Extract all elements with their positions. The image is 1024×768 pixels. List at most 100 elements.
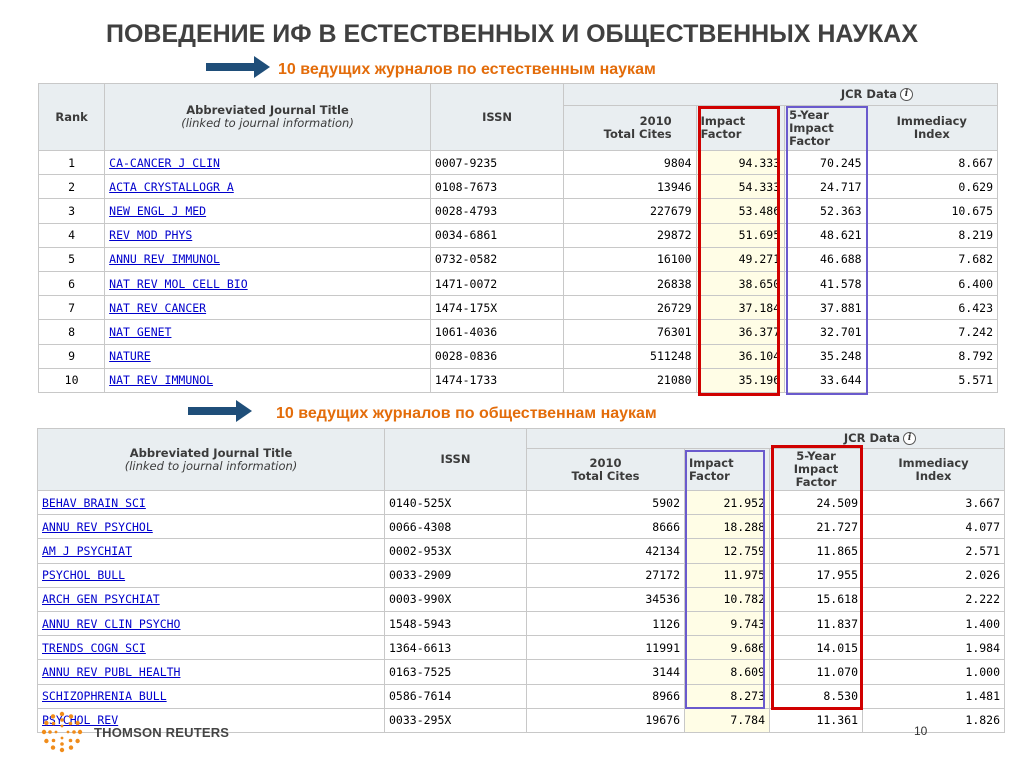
journal-title-cell: CA-CANCER J CLIN: [104, 149, 431, 176]
total-cites-cell: 34536: [526, 586, 685, 612]
rank-cell: 1: [37, 149, 106, 176]
header-issn: ISSN: [429, 83, 565, 151]
five-year-if-highlight-box: [771, 445, 863, 710]
info-icon[interactable]: i: [900, 88, 913, 101]
journal-title-cell: NAT REV MOL CELL BIO: [104, 270, 431, 297]
header-rank: Rank: [37, 83, 106, 151]
header-cites-label: Total Cites: [603, 127, 672, 141]
impact-factor-highlight-box: [685, 450, 765, 709]
journal-title-cell: BEHAV BRAIN SCI: [37, 489, 385, 516]
journal-title-cell: TRENDS COGN SCI: [37, 635, 385, 661]
issn-cell: 0034-6861: [429, 222, 565, 248]
journal-title-link[interactable]: ARCH GEN PSYCHIAT: [42, 592, 160, 606]
journal-title-link[interactable]: NATURE: [109, 349, 151, 363]
header-title-main: Abbreviated Journal Title: [129, 445, 293, 460]
issn-cell: 0140-525X: [384, 489, 527, 516]
immediacy-index-cell: 1.481: [861, 683, 1006, 709]
journal-title-cell: ANNU REV PSYCHOL: [37, 514, 385, 540]
immediacy-index-cell: 10.675: [865, 198, 999, 224]
immediacy-index-cell: 1.000: [861, 659, 1006, 685]
issn-cell: 1061-4036: [429, 319, 565, 345]
journal-title-link[interactable]: ANNU REV CLIN PSYCHO: [42, 617, 180, 631]
journal-title-cell: NATURE: [104, 343, 431, 369]
journal-title-link[interactable]: NEW ENGL J MED: [109, 204, 206, 218]
total-cites-cell: 26729: [563, 295, 697, 321]
immediacy-index-cell: 1.400: [861, 610, 1006, 637]
header-imm-line2: Index: [913, 127, 950, 141]
issn-cell: 1548-5943: [384, 610, 527, 637]
header-imm-line1: Immediacy: [898, 455, 969, 470]
immediacy-index-cell: 2.222: [861, 586, 1006, 612]
header-total-cites: 2010 Total Cites: [526, 448, 685, 491]
info-icon[interactable]: i: [903, 432, 917, 445]
journal-title-link[interactable]: NAT REV IMMUNOL: [109, 373, 213, 387]
subtitle-natural-sciences: 10 ведущих журналов по естественным наук…: [278, 61, 656, 78]
journal-title-link[interactable]: NAT GENET: [109, 325, 171, 339]
journal-title-link[interactable]: NAT REV MOL CELL BIO: [109, 277, 247, 291]
total-cites-cell: 3144: [526, 659, 685, 685]
journal-title-link[interactable]: ANNU REV PUBL HEALTH: [42, 665, 180, 679]
thomson-reuters-logo-icon: [41, 711, 83, 753]
immediacy-index-cell: 1.984: [861, 635, 1006, 661]
footer-logo: THOMSON REUTERS: [40, 710, 229, 754]
rank-cell: 3: [37, 198, 106, 224]
journal-title-link[interactable]: PSYCHOL BULL: [42, 568, 125, 582]
issn-cell: 0163-7525: [384, 659, 527, 685]
journal-title-link[interactable]: CA-CANCER J CLIN: [109, 156, 220, 170]
header-imm-line2: Index: [915, 468, 952, 483]
journal-title-cell: NAT REV CANCER: [104, 295, 431, 321]
journal-title-cell: ANNU REV PUBL HEALTH: [37, 659, 385, 685]
immediacy-index-cell: 8.792: [865, 343, 999, 369]
total-cites-cell: 511248: [563, 343, 697, 369]
journal-title-link[interactable]: REV MOD PHYS: [109, 228, 192, 242]
journal-title-link[interactable]: ANNU REV IMMUNOL: [109, 252, 220, 266]
header-immediacy-index: Immediacy Index: [861, 448, 1006, 491]
header-title-sub: (linked to journal information): [181, 116, 354, 130]
journal-title-link[interactable]: AM J PSYCHIAT: [42, 544, 132, 558]
issn-cell: 0007-9235: [429, 149, 565, 176]
issn-cell: 0066-4308: [384, 514, 527, 540]
total-cites-cell: 1126: [526, 610, 685, 637]
issn-cell: 1364-6613: [384, 635, 527, 661]
total-cites-cell: 21080: [563, 367, 697, 393]
journal-title-link[interactable]: NAT REV CANCER: [109, 301, 206, 315]
total-cites-cell: 227679: [563, 198, 697, 224]
immediacy-index-cell: 2.571: [861, 538, 1006, 564]
header-cites-year: 2010: [589, 455, 622, 470]
journal-title-cell: ACTA CRYSTALLOGR A: [104, 174, 431, 200]
total-cites-cell: 26838: [563, 270, 697, 297]
issn-cell: 0586-7614: [384, 683, 527, 709]
journal-title-cell: ANNU REV CLIN PSYCHO: [37, 610, 385, 637]
issn-cell: 1474-175X: [429, 295, 565, 321]
immediacy-index-cell: 0.629: [865, 174, 999, 200]
total-cites-cell: 42134: [526, 538, 685, 564]
header-cites-label: Total Cites: [571, 468, 640, 483]
slide-title: ПОВЕДЕНИЕ ИФ В ЕСТЕСТВЕННЫХ И ОБЩЕСТВЕНН…: [105, 20, 919, 48]
rank-cell: 4: [37, 222, 106, 248]
issn-cell: 0003-990X: [384, 586, 527, 612]
immediacy-index-cell: 8.219: [865, 222, 999, 248]
immediacy-index-cell: 1.826: [861, 707, 1006, 733]
jcr-data-label: JCR Data: [843, 431, 901, 445]
header-jcr-data: JCR Data i: [525, 428, 1006, 449]
total-cites-cell: 13946: [563, 174, 697, 200]
journal-title-link[interactable]: BEHAV BRAIN SCI: [42, 496, 146, 510]
footer-brand-name: THOMSON REUTERS: [94, 724, 230, 740]
immediacy-index-cell: 2.026: [861, 562, 1006, 588]
header-jcr-data: JCR Data i: [563, 83, 998, 106]
journal-title-link[interactable]: ANNU REV PSYCHOL: [42, 520, 153, 534]
issn-cell: 0732-0582: [429, 246, 565, 272]
journal-title-cell: AM J PSYCHIAT: [37, 538, 385, 564]
immediacy-index-cell: 6.423: [865, 295, 999, 321]
rank-cell: 5: [37, 246, 106, 272]
journal-title-link[interactable]: ACTA CRYSTALLOGR A: [109, 180, 234, 194]
immediacy-index-cell: 8.667: [865, 149, 999, 176]
journal-title-link[interactable]: SCHIZOPHRENIA BULL: [42, 689, 167, 703]
jcr-data-label: JCR Data: [840, 87, 897, 101]
immediacy-index-cell: 6.400: [865, 270, 999, 297]
total-cites-cell: 11991: [526, 635, 685, 661]
immediacy-index-cell: 7.682: [865, 246, 999, 272]
journal-title-link[interactable]: TRENDS COGN SCI: [42, 641, 146, 655]
immediacy-index-cell: 5.571: [865, 367, 999, 393]
impact-factor-highlight-box: [698, 106, 780, 396]
